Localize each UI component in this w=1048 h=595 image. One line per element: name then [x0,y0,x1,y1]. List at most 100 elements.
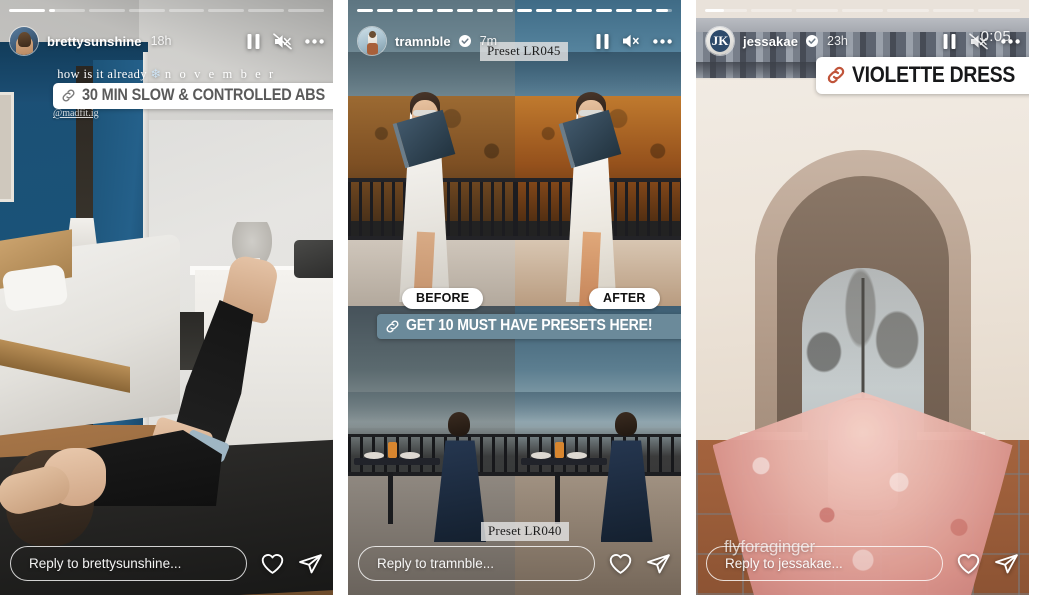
story-1-link-label: 30 MIN SLOW & CONTROLLED ABS [82,86,325,104]
progress-fill [396,9,413,12]
table-leg [554,472,560,524]
progress-segment[interactable] [656,9,672,12]
progress-segment[interactable] [376,9,393,12]
avatar[interactable] [9,26,39,56]
story-card-1[interactable]: brettysunshine 18h how is it already ❄ n… [0,0,333,595]
story-card-2[interactable]: tramnble 7m Preset LR045 Preset LR040 BE… [348,0,681,595]
progress-segment[interactable] [932,9,975,12]
progress-segment[interactable] [476,9,493,12]
story-2-timestamp: 7m [479,34,498,48]
heart-icon[interactable] [608,552,633,575]
progress-segment[interactable] [456,9,473,12]
progress-segment[interactable] [396,9,413,12]
story-2-preset-label-bottom: Preset LR040 [481,522,569,541]
story-2-username[interactable]: tramnble [395,34,451,49]
progress-segment[interactable] [48,9,85,12]
progress-segment[interactable] [357,9,373,12]
avatar[interactable]: JK [705,26,735,56]
heart-icon[interactable] [956,552,981,575]
link-icon [386,319,399,333]
progress-segment[interactable] [9,9,45,12]
reply-input[interactable]: Reply to brettysunshine... [10,545,247,581]
progress-segment[interactable] [288,9,324,12]
story-3-progress-bar[interactable] [705,9,1021,12]
story-1-progress-bar[interactable] [9,9,324,12]
progress-segment[interactable] [796,9,838,12]
progress-segment[interactable] [841,9,884,12]
story-3-link-sticker[interactable]: VIOLETTE DRESS [816,57,1029,94]
story-card-3[interactable]: JK jessakae 23h 0:05 VIOLETTE DRESS flyf… [696,0,1029,595]
progress-segment[interactable] [496,9,513,12]
progress-segment[interactable] [436,9,453,12]
pause-icon[interactable] [247,33,260,49]
story-3-timestamp: 23h [827,34,848,48]
progress-fill [556,9,573,12]
mute-icon[interactable] [273,32,292,50]
share-icon[interactable] [298,552,323,575]
progress-fill [636,9,653,12]
lower-hills [514,392,681,428]
story-3-username[interactable]: jessakae [743,34,798,49]
heart-icon[interactable] [260,552,285,575]
progress-segment[interactable] [416,9,433,12]
progress-fill [436,9,453,12]
progress-segment[interactable] [750,9,793,12]
link-icon [827,66,845,84]
progress-segment[interactable] [248,9,285,12]
plate-1 [364,452,384,459]
share-icon[interactable] [646,552,671,575]
plate-2 [566,452,587,459]
mute-icon[interactable] [622,33,640,49]
share-icon[interactable] [994,552,1019,575]
progress-segment[interactable] [887,9,929,12]
story-1-header: brettysunshine 18h [9,24,324,58]
story-1-timestamp: 18h [150,34,172,48]
more-options-icon[interactable] [305,38,324,44]
before-label: BEFORE [402,288,484,309]
progress-segment[interactable] [556,9,573,12]
reply-input[interactable]: Reply to tramnble... [358,545,595,581]
progress-segment[interactable] [596,9,613,12]
progress-segment[interactable] [88,9,125,12]
story-1-username[interactable]: brettysunshine [47,34,142,49]
pause-icon[interactable] [943,33,956,49]
plate-2 [400,452,420,459]
progress-fill [516,9,533,12]
verified-badge-icon [806,35,819,47]
seated-person-head [614,412,637,436]
progress-segment[interactable] [636,9,653,12]
progress-segment[interactable] [536,9,553,12]
mute-icon[interactable] [969,32,988,50]
story-1-caption: how is it already ❄ n o v e m b e r [57,66,276,82]
progress-segment[interactable] [978,9,1021,12]
progress-fill [496,9,513,12]
lower-hills [348,392,515,428]
more-options-icon[interactable] [1001,38,1020,44]
progress-segment[interactable] [128,9,165,12]
story-3-handle-tag[interactable]: flyforaginger [724,537,815,557]
table-top [354,458,440,465]
after-label: AFTER [589,288,660,309]
plate-1 [530,452,551,459]
pause-icon[interactable] [596,33,609,49]
story-1-link-sticker[interactable]: 30 MIN SLOW & CONTROLLED ABS [53,83,333,109]
progress-segment[interactable] [576,9,593,12]
progress-segment[interactable] [705,9,747,12]
progress-fill [9,9,45,12]
story-2-progress-bar[interactable] [357,9,672,12]
progress-fill [357,9,373,12]
story-1-handle-tag[interactable]: @madfit.ig [53,108,99,119]
story-3-header-actions [943,32,1020,50]
progress-fill [476,9,493,12]
table-top [520,458,607,465]
story-2-header-actions [596,33,672,49]
progress-segment[interactable] [208,9,245,12]
seated-person-head [448,412,470,436]
story-2-link-sticker[interactable]: GET 10 MUST HAVE PRESETS HERE! [377,314,681,339]
avatar[interactable] [357,26,387,56]
progress-segment[interactable] [516,9,533,12]
more-options-icon[interactable] [653,38,672,44]
progress-segment[interactable] [168,9,205,12]
progress-segment[interactable] [616,9,633,12]
progress-fill [416,9,433,12]
